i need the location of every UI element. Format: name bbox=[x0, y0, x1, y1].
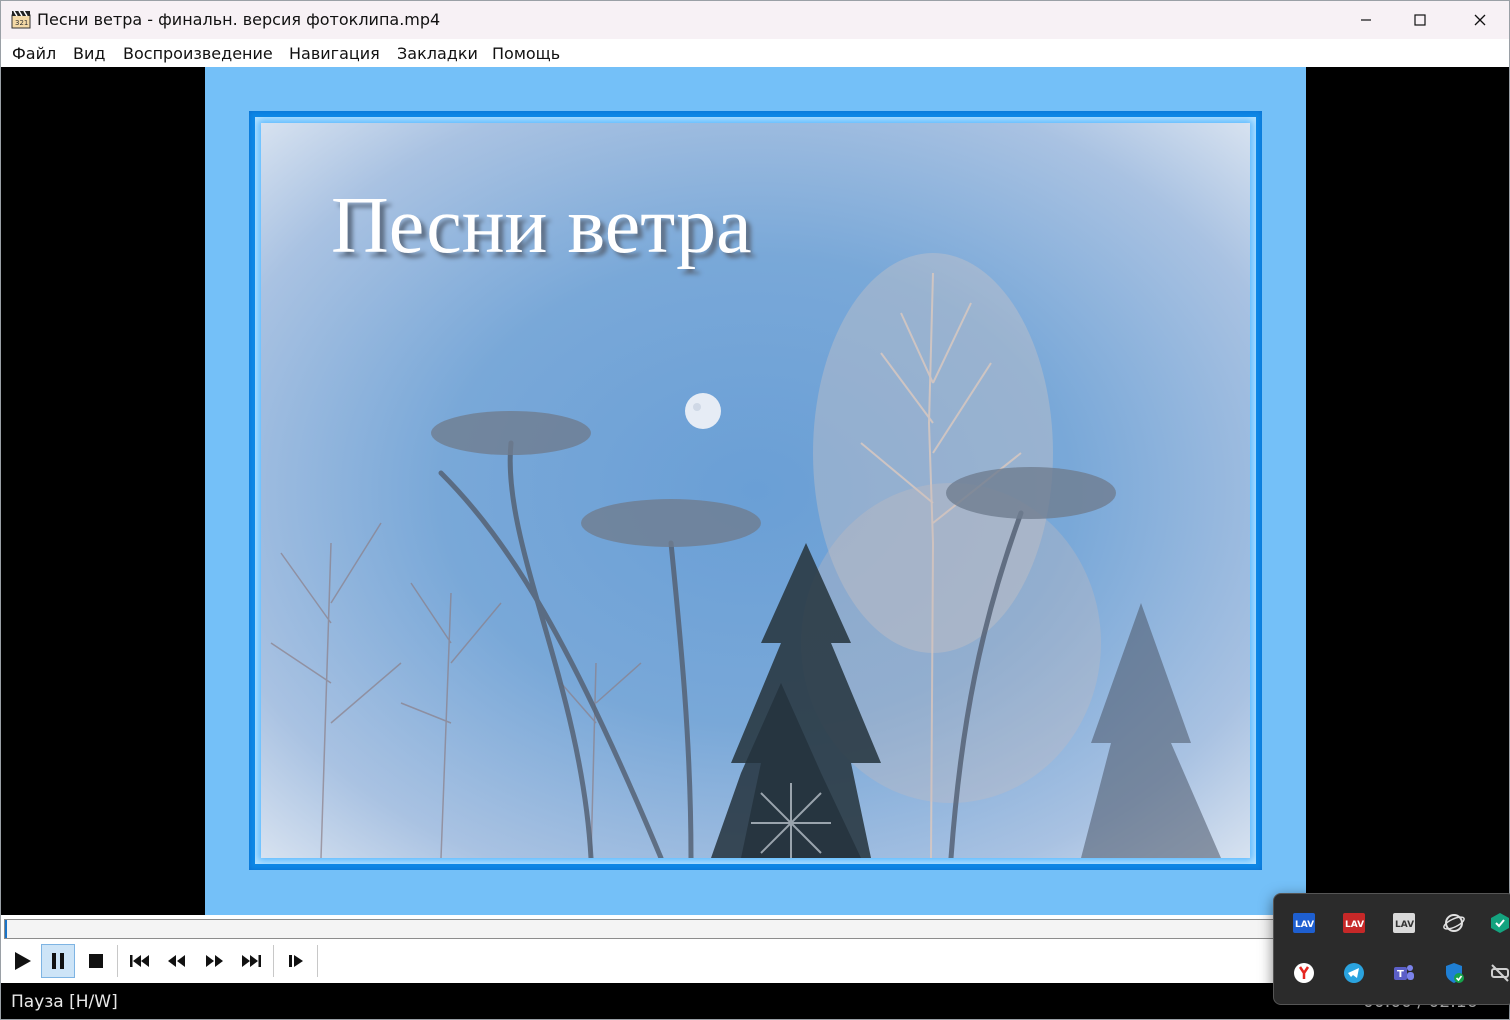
menu-navigation[interactable]: Навигация bbox=[289, 44, 380, 63]
menu-help[interactable]: Помощь bbox=[492, 44, 560, 63]
menu-playback[interactable]: Воспроизведение bbox=[123, 44, 273, 63]
telegram-icon[interactable] bbox=[1340, 959, 1368, 987]
play-button[interactable] bbox=[5, 944, 39, 978]
fast-forward-icon bbox=[206, 955, 223, 967]
video-area[interactable]: Песни ветра bbox=[1, 67, 1509, 915]
title-bar[interactable]: 321 Песни ветра - финальн. версия фотокл… bbox=[1, 1, 1509, 39]
svg-text:LAV: LAV bbox=[1295, 920, 1314, 930]
winter-photo: Песни ветра bbox=[261, 123, 1250, 858]
lav-audio-icon[interactable]: LAV bbox=[1340, 909, 1368, 937]
previous-button[interactable] bbox=[123, 944, 157, 978]
rewind-icon bbox=[168, 955, 185, 967]
video-title-overlay: Песни ветра bbox=[331, 182, 752, 270]
rewind-button[interactable] bbox=[160, 944, 194, 978]
menu-file[interactable]: Файл bbox=[12, 44, 56, 63]
close-button[interactable] bbox=[1457, 1, 1503, 39]
tray-overflow-popup: LAV LAV LAV T bbox=[1273, 893, 1510, 1005]
network-globe-icon[interactable] bbox=[1440, 909, 1468, 937]
photo-border: Песни ветра bbox=[249, 111, 1262, 870]
menu-view[interactable]: Вид bbox=[73, 44, 105, 63]
svg-text:321: 321 bbox=[15, 19, 28, 27]
window-title: Песни ветра - финальн. версия фотоклипа.… bbox=[37, 10, 441, 29]
seek-position-indicator[interactable] bbox=[5, 920, 7, 938]
pause-icon bbox=[52, 953, 64, 969]
svg-text:T: T bbox=[1397, 969, 1404, 980]
network-muted-icon[interactable] bbox=[1486, 959, 1510, 987]
stop-button[interactable] bbox=[79, 944, 113, 978]
menu-bar: Файл Вид Воспроизведение Навигация Закла… bbox=[1, 39, 1509, 67]
playback-status: Пауза [H/W] bbox=[11, 992, 118, 1012]
stop-icon bbox=[89, 954, 103, 968]
yandex-browser-icon[interactable] bbox=[1290, 959, 1318, 987]
svg-text:LAV: LAV bbox=[1395, 920, 1414, 930]
lav-video-icon[interactable]: LAV bbox=[1390, 909, 1418, 937]
frame-step-button[interactable] bbox=[279, 944, 313, 978]
next-button[interactable] bbox=[234, 944, 268, 978]
video-frame: Песни ветра bbox=[205, 67, 1306, 915]
defender-shield-icon[interactable] bbox=[1440, 959, 1468, 987]
media-player-window: 321 Песни ветра - финальн. версия фотокл… bbox=[0, 0, 1510, 1020]
fast-forward-button[interactable] bbox=[197, 944, 231, 978]
teams-icon[interactable]: T bbox=[1390, 959, 1418, 987]
skip-forward-icon bbox=[242, 955, 261, 967]
svg-text:LAV: LAV bbox=[1345, 920, 1364, 930]
pause-button[interactable] bbox=[41, 944, 75, 978]
minimize-button[interactable] bbox=[1343, 1, 1389, 39]
menu-bookmarks[interactable]: Закладки bbox=[397, 44, 478, 63]
skip-back-icon bbox=[130, 955, 149, 967]
frame-step-icon bbox=[289, 955, 303, 967]
play-icon bbox=[15, 952, 31, 970]
clapperboard-icon: 321 bbox=[11, 9, 31, 29]
lav-splitter-icon[interactable]: LAV bbox=[1290, 909, 1318, 937]
security-check-icon[interactable] bbox=[1486, 909, 1510, 937]
maximize-button[interactable] bbox=[1397, 1, 1443, 39]
